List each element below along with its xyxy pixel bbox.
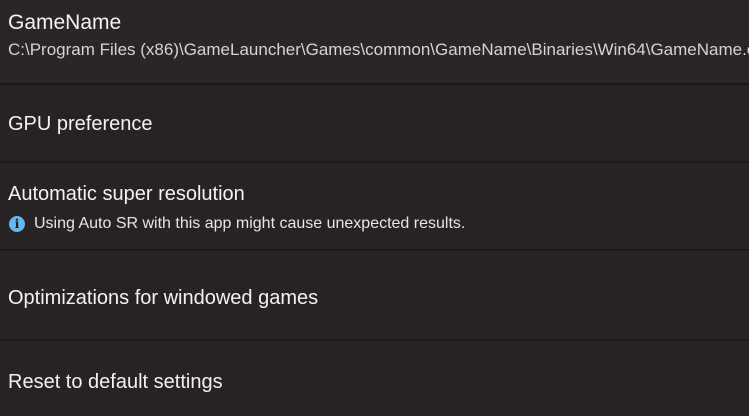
app-name: GameName	[8, 11, 122, 34]
automatic-super-resolution-label: Automatic super resolution	[8, 183, 245, 205]
gpu-preference-setting[interactable]: GPU preference	[0, 86, 749, 162]
app-graphics-settings-panel: GameName C:\Program Files (x86)\GameLaun…	[0, 0, 749, 416]
automatic-super-resolution-setting[interactable]: Automatic super resolution i Using Auto …	[0, 164, 749, 250]
gpu-preference-label: GPU preference	[8, 113, 153, 135]
reset-to-default-label: Reset to default settings	[8, 371, 223, 393]
windowed-optimizations-setting[interactable]: Optimizations for windowed games	[0, 252, 749, 340]
auto-sr-info-message: i Using Auto SR with this app might caus…	[9, 214, 465, 234]
app-header: GameName C:\Program Files (x86)\GameLaun…	[0, 0, 749, 84]
info-icon: i	[9, 216, 25, 232]
app-path: C:\Program Files (x86)\GameLauncher\Game…	[8, 40, 749, 59]
reset-to-default-setting[interactable]: Reset to default settings	[0, 342, 749, 416]
auto-sr-info-text: Using Auto SR with this app might cause …	[34, 215, 466, 232]
windowed-optimizations-label: Optimizations for windowed games	[8, 287, 319, 309]
